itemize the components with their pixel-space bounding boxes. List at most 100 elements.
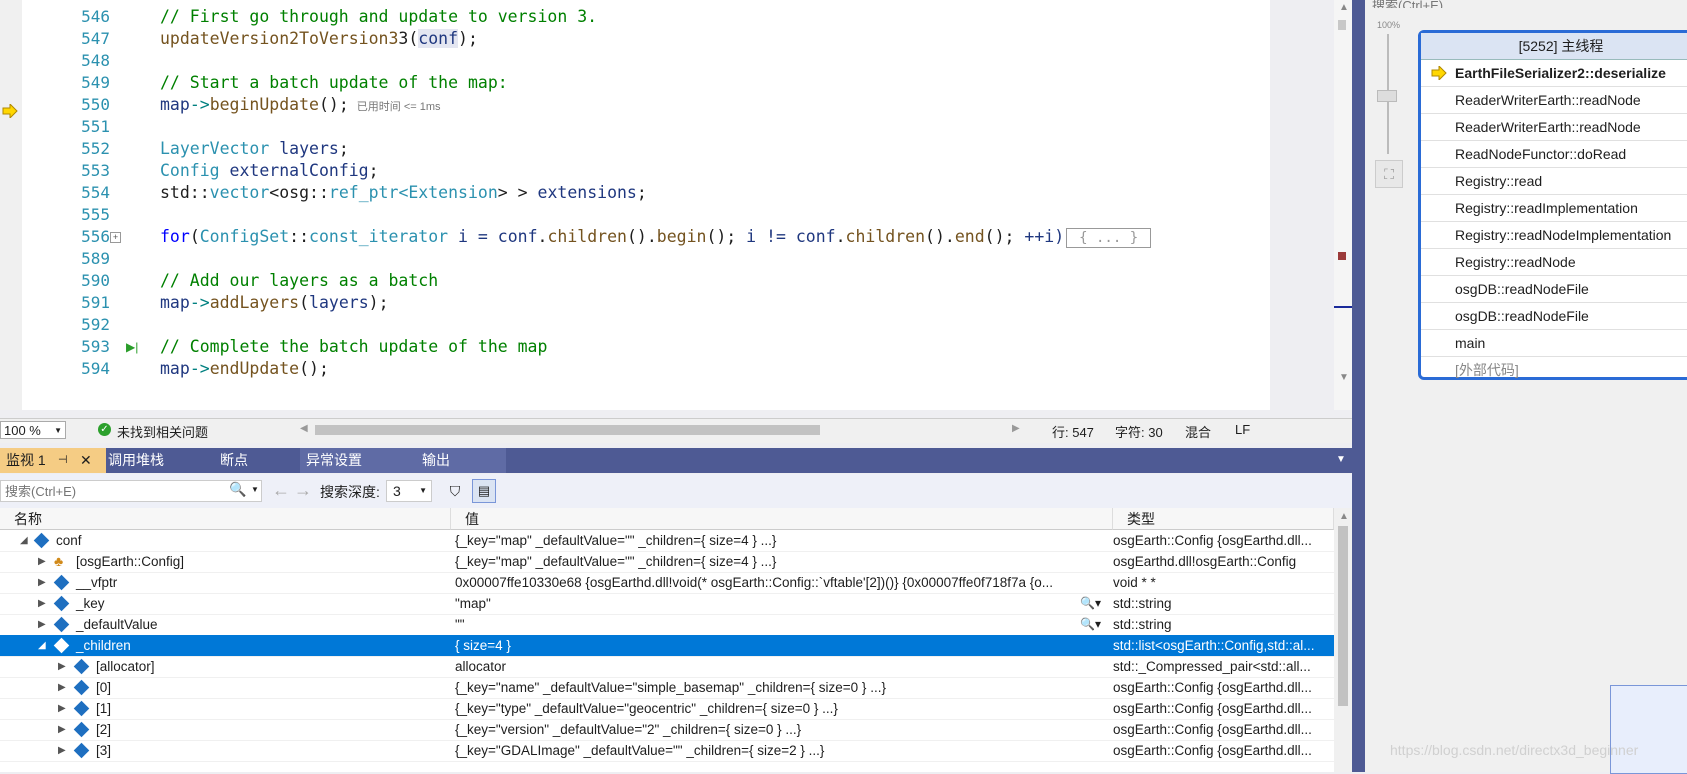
stack-frame[interactable]: Registry::readNodeImplementation — [1421, 222, 1687, 249]
watch-value[interactable]: "map" — [455, 596, 491, 611]
expand-icon[interactable]: ▶ — [58, 740, 66, 761]
watch-scroll-thumb[interactable] — [1338, 526, 1348, 706]
collapsed-block[interactable]: { ... } — [1066, 228, 1152, 248]
watch-name: _key — [76, 596, 105, 611]
watch-value[interactable]: {_key="map" _defaultValue="" _children={… — [455, 530, 1105, 551]
stack-frame[interactable]: ReadNodeFunctor::doRead — [1421, 141, 1687, 168]
search-depth-select[interactable]: 3 ▼ — [386, 480, 432, 502]
column-header-value[interactable]: 值 — [451, 508, 1113, 530]
breakpoint-gutter[interactable] — [0, 0, 22, 410]
frame-label: Registry::read — [1455, 173, 1543, 189]
column-header-type[interactable]: 类型 — [1113, 508, 1334, 530]
watch-name: __vfptr — [76, 575, 118, 590]
minimap-thumbnail[interactable] — [1610, 685, 1687, 774]
watch-search-input[interactable] — [1, 481, 229, 501]
expand-icon[interactable]: ▶ — [38, 593, 46, 614]
expand-icon[interactable]: ▶ — [58, 698, 66, 719]
tab-exception-settings[interactable]: 异常设置 — [300, 448, 420, 473]
stack-frame[interactable]: EarthFileSerializer2::deserialize — [1421, 60, 1687, 87]
stack-frame[interactable]: Registry::read — [1421, 168, 1687, 195]
watch-value[interactable]: 0x00007ffe10330e68 {osgEarthd.dll!void(*… — [455, 572, 1105, 593]
horizontal-scroll-thumb[interactable] — [315, 425, 820, 435]
line-number: 547 — [81, 29, 110, 48]
watch-value[interactable]: allocator — [455, 656, 1105, 677]
watch-row-conf[interactable]: ◢ conf {_key="map" _defaultValue="" _chil… — [0, 530, 1334, 552]
watch-value[interactable]: {_key="version" _defaultValue="2" _child… — [455, 719, 1105, 740]
watch-value[interactable]: {_key="type" _defaultValue="geocentric" … — [455, 698, 1105, 719]
watch-type: osgEarth::Config {osgEarthd.dll... — [1113, 743, 1312, 758]
fit-view-icon[interactable]: ⛶ — [1375, 160, 1403, 188]
expand-icon[interactable]: ▶ — [58, 656, 66, 677]
line-number: 546 — [81, 7, 110, 26]
panel-menu-icon[interactable]: ▼ — [1336, 454, 1346, 465]
stack-frame[interactable]: osgDB::readNodeFile — [1421, 303, 1687, 330]
watch-vertical-scrollbar[interactable]: ▲ — [1334, 508, 1352, 772]
stack-frame[interactable]: ReaderWriterEarth::readNode — [1421, 87, 1687, 114]
stack-frame[interactable]: main — [1421, 330, 1687, 357]
collapse-icon[interactable]: ◢ — [38, 635, 46, 656]
watch-search-box[interactable]: 🔍 ▼ — [0, 480, 262, 502]
watch-row-default-value[interactable]: ▶ _defaultValue "" 🔍▾ std::string — [0, 614, 1334, 636]
expand-icon[interactable]: ▶ — [58, 719, 66, 740]
columns-toggle-icon[interactable]: ▤ — [472, 479, 496, 503]
code-editor[interactable]: 546 547 548 549 550 551 552 553 554 555 … — [0, 0, 1270, 410]
scroll-up-icon[interactable]: ▲ — [1339, 511, 1349, 522]
collapse-icon[interactable]: ◢ — [20, 530, 28, 551]
stack-frame[interactable]: ReaderWriterEarth::readNode — [1421, 114, 1687, 141]
code-line-556: for(ConfigSet::const_iterator i = conf.c… — [160, 226, 1152, 248]
pin-icon[interactable]: ⊣ — [58, 448, 68, 473]
watch-row-child-1[interactable]: ▶ [1] {_key="type" _defaultValue="geocent… — [0, 698, 1334, 720]
watch-row-key[interactable]: ▶ _key "map" 🔍▾ std::string — [0, 593, 1334, 615]
search-icon[interactable]: 🔍 — [229, 481, 246, 498]
pane-splitter[interactable] — [1352, 0, 1365, 772]
watch-row-base-class[interactable]: ▶ ♣ [osgEarth::Config] {_key="map" _defaul… — [0, 551, 1334, 573]
watch-row-child-3[interactable]: ▶ [3] {_key="GDALImage" _defaultValue="" … — [0, 740, 1334, 762]
expand-icon[interactable]: ▶ — [38, 572, 46, 593]
field-icon — [53, 616, 70, 633]
search-options-icon[interactable]: ▼ — [251, 485, 259, 494]
watch-value[interactable]: {_key="name" _defaultValue="simple_basem… — [455, 677, 1105, 698]
watch-row-vfptr[interactable]: ▶ __vfptr 0x00007ffe10330e68 {osgEarthd.d… — [0, 572, 1334, 594]
tab-output[interactable]: 输出 — [416, 448, 506, 473]
forward-arrow-icon[interactable]: → — [294, 480, 312, 501]
expand-icon[interactable]: ▶ — [58, 677, 66, 698]
visualizer-search-icon[interactable]: 🔍▾ — [1080, 593, 1101, 614]
watch-name: [osgEarth::Config] — [76, 554, 185, 569]
watch-value[interactable]: "" — [455, 617, 465, 632]
stack-frame[interactable]: Registry::readImplementation — [1421, 195, 1687, 222]
watch-name: [3] — [96, 743, 112, 758]
watch-value[interactable]: { size=4 } — [455, 635, 1105, 656]
code-line-591: map->addLayers(layers); — [160, 293, 389, 312]
watch-grid[interactable]: 名称 值 类型 ◢ conf {_key="map" _defaultValue=… — [0, 508, 1334, 772]
watch-row-child-2[interactable]: ▶ [2] {_key="version" _defaultValue="2" _… — [0, 719, 1334, 741]
watch-value[interactable]: {_key="map" _defaultValue="" _children={… — [455, 551, 1105, 572]
issues-status[interactable]: 未找到相关问题 — [117, 422, 208, 441]
tab-breakpoints[interactable]: 断点 — [214, 448, 304, 473]
expand-icon[interactable]: + — [110, 232, 121, 243]
editor-vertical-scrollbar[interactable]: ▲ ▼ — [1334, 0, 1352, 410]
tab-watch-1[interactable]: 监视 1 ⊣ ✕ — [0, 448, 106, 473]
stack-frame[interactable]: osgDB::readNodeFile — [1421, 276, 1687, 303]
watch-row-allocator[interactable]: ▶ [allocator] allocator std::_Compressed_… — [0, 656, 1334, 678]
watch-value[interactable]: {_key="GDALImage" _defaultValue="" _chil… — [455, 740, 1105, 761]
scroll-left-icon[interactable]: ◀ — [300, 423, 308, 434]
zoom-percent: 100% — [1377, 20, 1401, 30]
stack-frame[interactable]: Registry::readNode — [1421, 249, 1687, 276]
column-header-name[interactable]: 名称 — [0, 508, 451, 530]
stack-frame-external[interactable]: [外部代码] — [1421, 357, 1687, 383]
back-arrow-icon[interactable]: ← — [272, 480, 290, 501]
visualizer-search-icon[interactable]: 🔍▾ — [1080, 614, 1101, 635]
close-icon[interactable]: ✕ — [80, 448, 92, 473]
tab-call-stack[interactable]: 调用堆栈 — [102, 448, 218, 473]
expand-icon[interactable]: ▶ — [38, 551, 46, 572]
filter-pin-icon[interactable]: ⛉ — [444, 480, 466, 502]
watch-row-child-0[interactable]: ▶ [0] {_key="name" _defaultValue="simple_… — [0, 677, 1334, 699]
watch-row-children-selected[interactable]: ◢ _children { size=4 } std::list<osgEarth… — [0, 635, 1334, 657]
expand-icon[interactable]: ▶ — [38, 614, 46, 635]
parallel-stacks-thread-box[interactable]: [5252] 主线程 EarthFileSerializer2::deseria… — [1418, 30, 1687, 380]
zoom-slider-thumb[interactable] — [1377, 90, 1397, 102]
zoom-select[interactable]: 100 % ▼ — [0, 421, 66, 439]
char-indicator: 字符: 30 — [1115, 425, 1163, 440]
scroll-right-icon[interactable]: ▶ — [1012, 423, 1020, 434]
run-to-cursor-icon[interactable]: ▶| — [126, 340, 138, 354]
